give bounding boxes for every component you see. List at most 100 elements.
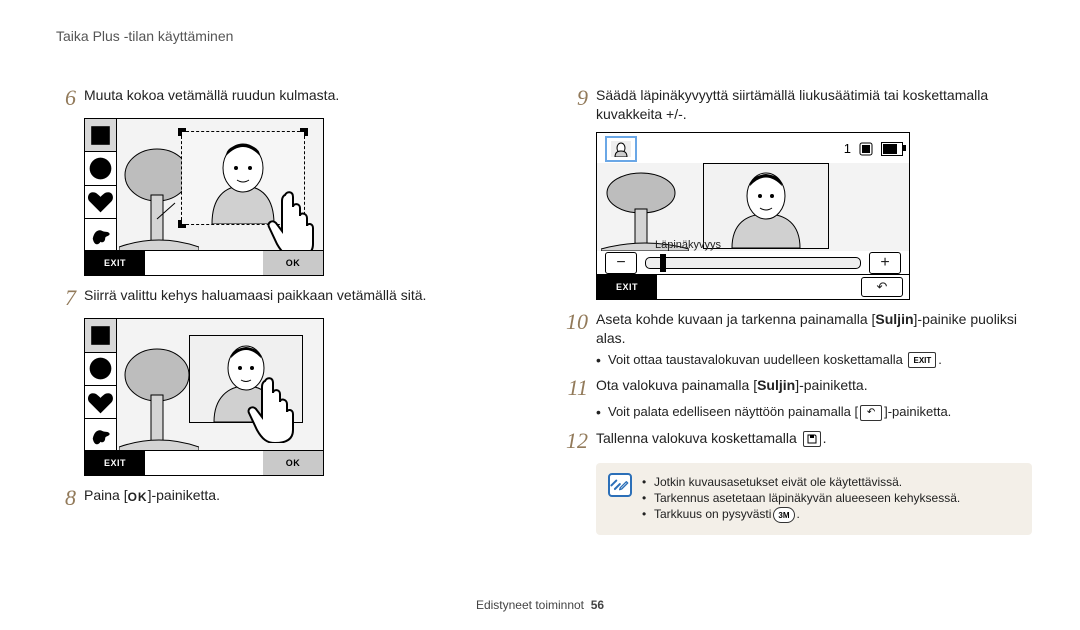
tool-rectangle-icon[interactable] (85, 319, 117, 352)
tool-rectangle-icon[interactable] (85, 119, 117, 152)
screen-canvas (597, 163, 909, 251)
note-item: Jotkin kuvausasetukset eivät ole käytett… (642, 475, 960, 489)
screen-sidebar (85, 119, 117, 251)
ok-icon: OK (128, 489, 148, 505)
step-text: Muuta kokoa vetämällä ruudun kulmasta. (84, 86, 339, 105)
step-text: Tallenna valokuva koskettamalla . (596, 429, 827, 448)
tool-circle-icon[interactable] (85, 152, 117, 185)
camera-screen-resize: EXIT OK (84, 118, 324, 276)
save-chip-icon (803, 431, 821, 447)
camera-screen-transparency: 1 3M (596, 132, 910, 300)
two-columns: 6 Muuta kokoa vetämällä ruudun kulmasta. (48, 78, 1032, 578)
drag-hand-icon (245, 377, 301, 443)
text-part: Tallenna valokuva koskettamalla (596, 430, 801, 446)
step-6: 6 Muuta kokoa vetämällä ruudun kulmasta. (48, 86, 520, 110)
screen-bottombar: EXIT ↶ (597, 274, 909, 299)
text-part: . (823, 430, 827, 446)
screen-status: 1 (844, 141, 903, 156)
text-part: ]-painiketta. (884, 404, 951, 419)
page-number: 56 (591, 598, 604, 612)
step-9: 9 Säädä läpinäkyvyyttä siirtämällä liuku… (560, 86, 1032, 124)
text-part: ]-painiketta. (795, 377, 867, 393)
step-number: 12 (560, 429, 596, 453)
drag-hand-icon (265, 191, 321, 251)
step-number: 7 (48, 286, 84, 310)
note-item: Tarkkuus on pysyvästi 3M. (642, 507, 960, 523)
note-icon (608, 473, 632, 497)
step-10-bullet: • Voit ottaa taustavalokuvan uudelleen k… (596, 352, 1032, 369)
screen-bottombar: EXIT OK (85, 450, 323, 475)
ok-button[interactable]: OK (263, 251, 323, 275)
text-part: Paina [ (84, 487, 128, 503)
exit-chip-icon: EXIT (908, 352, 936, 368)
screen-canvas (117, 319, 323, 451)
right-column: 9 Säädä läpinäkyvyyttä siirtämällä liuku… (560, 78, 1032, 578)
back-button[interactable]: ↶ (861, 277, 903, 297)
text-part: ]-painiketta. (148, 487, 220, 503)
back-chip-icon: ↶ (860, 405, 882, 421)
left-column: 6 Muuta kokoa vetämällä ruudun kulmasta. (48, 78, 520, 578)
step-number: 9 (560, 86, 596, 110)
tree-illustration (119, 347, 199, 451)
step-number: 8 (48, 486, 84, 510)
step-10: 10 Aseta kohde kuvaan ja tarkenna painam… (560, 310, 1032, 348)
slider-track[interactable] (645, 257, 861, 269)
step-number: 11 (560, 376, 596, 400)
step-11: 11 Ota valokuva painamalla [Suljin]-pain… (560, 376, 1032, 400)
size-chip-icon: 3M (773, 507, 794, 523)
slider-minus-button[interactable]: − (605, 252, 637, 274)
step-text: Säädä läpinäkyvyyttä siirtämällä liukusä… (596, 86, 1032, 124)
bullet-dot: • (596, 404, 608, 421)
section-title: Taika Plus -tilan käyttäminen (56, 28, 233, 44)
text-part: Jotkin kuvausasetukset eivät ole käytett… (654, 475, 902, 489)
screen-bottombar: EXIT OK (85, 250, 323, 275)
tool-heart-icon[interactable] (85, 386, 117, 419)
slider-knob[interactable] (660, 254, 666, 272)
bold-part: Suljin (757, 377, 795, 393)
step-text: Siirrä valittu kehys haluamaasi paikkaan… (84, 286, 426, 305)
tool-splatter-icon[interactable] (85, 219, 117, 251)
bold-part: Suljin (875, 311, 913, 327)
text-part: Tarkkuus on pysyvästi (654, 507, 771, 523)
tool-heart-icon[interactable] (85, 186, 117, 219)
text-part: Tarkennus asetetaan läpinäkyvän alueesee… (654, 491, 960, 505)
text-part: . (938, 352, 942, 367)
text-part: Aseta kohde kuvaan ja tarkenna painamall… (596, 311, 875, 327)
selection-thumbnail[interactable] (605, 136, 637, 162)
text-part: Voit palata edelliseen näyttöön painamal… (608, 404, 858, 419)
portrait-illustration (704, 164, 828, 248)
step-text: Aseta kohde kuvaan ja tarkenna painamall… (596, 310, 1032, 348)
tool-splatter-icon[interactable] (85, 419, 117, 451)
text-part: Ota valokuva painamalla [ (596, 377, 757, 393)
bullet-text: Voit ottaa taustavalokuvan uudelleen kos… (608, 352, 942, 369)
shot-count: 1 (844, 141, 851, 156)
tool-circle-icon[interactable] (85, 353, 117, 386)
exit-button[interactable]: EXIT (85, 451, 145, 475)
step-8: 8 Paina [OK]-painiketta. (48, 486, 520, 510)
footer-label: Edistyneet toiminnot (476, 598, 584, 612)
step-11-bullet: • Voit palata edelliseen näyttöön painam… (596, 404, 1032, 421)
text-part: Voit ottaa taustavalokuvan uudelleen kos… (608, 352, 906, 367)
transparency-slider: Läpinäkyvyys − + (605, 253, 901, 273)
exit-button[interactable]: EXIT (85, 251, 145, 275)
step-text: Paina [OK]-painiketta. (84, 486, 220, 505)
step-7: 7 Siirrä valittu kehys haluamaasi paikka… (48, 286, 520, 310)
camera-screen-move: EXIT OK (84, 318, 324, 476)
step-number: 10 (560, 310, 596, 334)
slider-label: Läpinäkyvyys (655, 239, 721, 251)
overlay-frame[interactable] (703, 163, 829, 249)
page-footer: Edistyneet toiminnot 56 (0, 598, 1080, 612)
note-box: Jotkin kuvausasetukset eivät ole käytett… (596, 463, 1032, 535)
step-text: Ota valokuva painamalla [Suljin]-painike… (596, 376, 868, 395)
slider-plus-button[interactable]: + (869, 252, 901, 274)
text-part: . (797, 507, 800, 523)
step-12: 12 Tallenna valokuva koskettamalla . (560, 429, 1032, 453)
bullet-text: Voit palata edelliseen näyttöön painamal… (608, 404, 951, 421)
ok-button[interactable]: OK (263, 451, 323, 475)
note-item: Tarkennus asetetaan läpinäkyvän alueesee… (642, 491, 960, 505)
screen-topbar: 1 (597, 137, 903, 161)
exit-button[interactable]: EXIT (597, 275, 657, 299)
memory-icon (859, 142, 873, 156)
step-number: 6 (48, 86, 84, 110)
screen-canvas (117, 119, 323, 251)
